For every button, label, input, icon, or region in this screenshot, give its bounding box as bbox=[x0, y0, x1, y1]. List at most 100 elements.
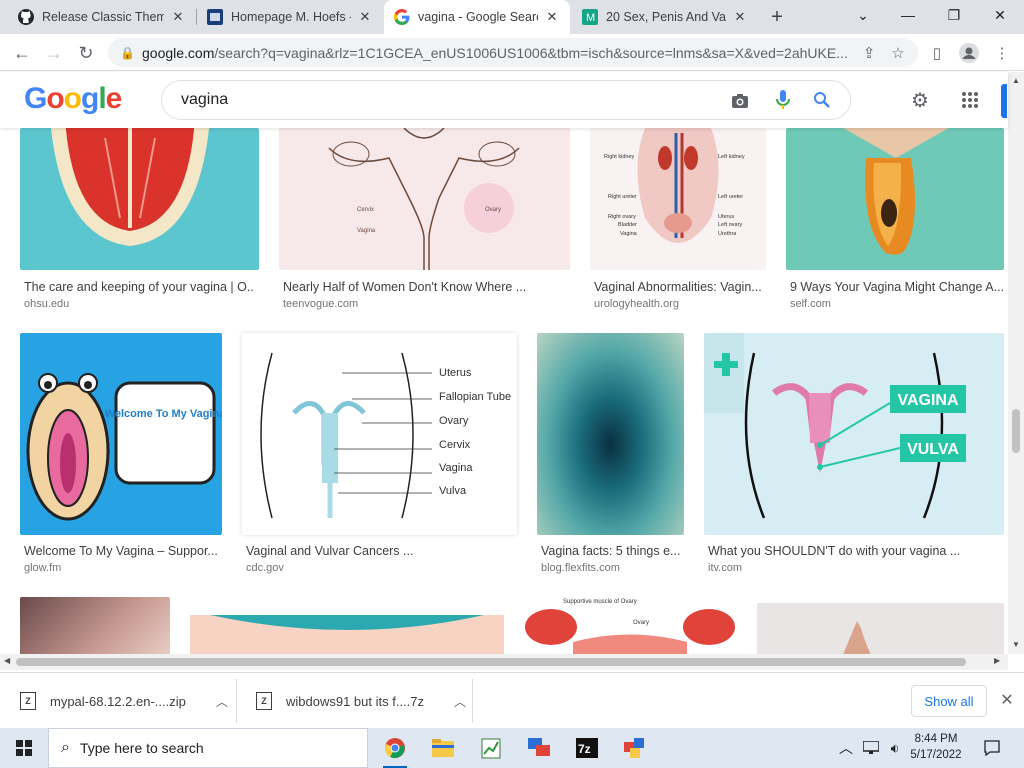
scroll-left-arrow-icon[interactable]: ◀ bbox=[4, 656, 10, 665]
result-image[interactable]: Supportive muscle of Ovary Ovary bbox=[523, 597, 737, 654]
tab-homepage-hoefs[interactable]: Homepage M. Hoefs - ✕ bbox=[197, 0, 383, 34]
result-image[interactable]: Uterus Fallopian Tube Ovary Cervix Vagin… bbox=[242, 333, 517, 535]
restore-icon[interactable]: ❐ bbox=[931, 0, 977, 30]
svg-text:M: M bbox=[586, 12, 595, 24]
tab-release-classic-theme[interactable]: Release Classic Theme ✕ bbox=[8, 0, 196, 34]
diagram-label: Ovary bbox=[439, 415, 469, 427]
remote-desktop-icon[interactable] bbox=[519, 732, 559, 764]
result-image[interactable] bbox=[20, 597, 170, 654]
result-source[interactable]: cdc.gov bbox=[246, 562, 284, 574]
show-all-button[interactable]: Show all bbox=[911, 685, 987, 717]
scroll-right-arrow-icon[interactable]: ▶ bbox=[994, 656, 1000, 665]
diagram-label: Ovary bbox=[485, 207, 501, 213]
network-icon[interactable] bbox=[860, 728, 882, 768]
windows-start-icon[interactable] bbox=[0, 728, 48, 768]
chevron-up-icon[interactable]: ︿ bbox=[836, 728, 856, 768]
apps-grid-icon[interactable] bbox=[958, 88, 982, 112]
result-source[interactable]: itv.com bbox=[708, 562, 742, 574]
result-image[interactable]: Cervix Vagina Ovary bbox=[279, 128, 570, 270]
result-caption[interactable]: 9 Ways Your Vagina Might Change A... bbox=[790, 280, 1004, 294]
result-image[interactable] bbox=[20, 128, 259, 270]
result-source[interactable]: ohsu.edu bbox=[24, 298, 69, 310]
scroll-down-arrow-icon[interactable]: ▼ bbox=[1012, 640, 1020, 649]
share-icon[interactable]: ⇪ bbox=[857, 41, 881, 65]
diagram-label: Vagina bbox=[357, 228, 376, 234]
result-image[interactable]: VAGINA VULVA bbox=[704, 333, 1004, 535]
close-icon[interactable]: ✕ bbox=[732, 9, 748, 25]
result-source[interactable]: urologyhealth.org bbox=[594, 298, 679, 310]
vertical-scrollbar[interactable]: ▲ ▼ bbox=[1008, 72, 1024, 654]
settings-gear-icon[interactable]: ⚙ bbox=[908, 88, 932, 112]
download-item[interactable]: Z wibdows91 but its f....7z ︿ bbox=[236, 673, 472, 729]
result-caption[interactable]: Vaginal Abnormalities: Vagin... bbox=[594, 280, 766, 294]
scrollbar-thumb[interactable] bbox=[1012, 409, 1020, 453]
result-source[interactable]: teenvogue.com bbox=[283, 298, 358, 310]
taskbar-search-input[interactable]: ⌕ Type here to search bbox=[48, 728, 368, 768]
result-image[interactable] bbox=[537, 333, 684, 535]
svg-text:7z: 7z bbox=[578, 742, 591, 756]
window-close-icon[interactable]: ✕ bbox=[977, 0, 1023, 30]
result-image[interactable] bbox=[190, 615, 504, 654]
7zip-icon[interactable]: 7z bbox=[567, 732, 607, 764]
forward-arrow-icon[interactable]: → bbox=[42, 41, 66, 65]
result-source[interactable]: self.com bbox=[790, 298, 831, 310]
tab-20-sex-penis[interactable]: M 20 Sex, Penis And Vagi ✕ bbox=[572, 0, 758, 34]
image-results: The care and keeping of your vagina | O.… bbox=[0, 128, 1008, 654]
side-panel-icon[interactable]: ▯ bbox=[925, 41, 949, 65]
result-image[interactable] bbox=[786, 128, 1004, 270]
diagram-label: VAGINA bbox=[897, 392, 958, 409]
download-item[interactable]: Z mypal-68.12.2.en-....zip ︿ bbox=[0, 673, 236, 729]
paint-icon[interactable] bbox=[615, 732, 655, 764]
url-host: google.com bbox=[142, 44, 215, 61]
result-caption[interactable]: Vaginal and Vulvar Cancers ... bbox=[246, 544, 516, 558]
site-icon bbox=[207, 9, 223, 25]
close-icon[interactable]: ✕ bbox=[544, 9, 560, 25]
search-icon[interactable] bbox=[811, 89, 833, 111]
result-caption[interactable]: The care and keeping of your vagina | O.… bbox=[24, 280, 254, 294]
zip-file-icon: Z bbox=[256, 692, 272, 710]
result-source[interactable]: glow.fm bbox=[24, 562, 61, 574]
scroll-up-arrow-icon[interactable]: ▲ bbox=[1012, 76, 1020, 85]
file-explorer-icon[interactable] bbox=[423, 732, 463, 764]
minimize-icon[interactable]: — bbox=[885, 0, 931, 30]
google-logo[interactable]: Google bbox=[24, 82, 122, 116]
result-caption[interactable]: Nearly Half of Women Don't Know Where ..… bbox=[283, 280, 568, 294]
back-arrow-icon[interactable]: ← bbox=[10, 41, 34, 65]
volume-icon[interactable]: 🔉︎ bbox=[884, 728, 906, 768]
camera-icon[interactable] bbox=[729, 90, 751, 112]
address-bar[interactable]: 🔒 google.com/search?q=vagina&rlz=1C1GCEA… bbox=[108, 38, 918, 67]
more-menu-icon[interactable]: ⋮ bbox=[990, 41, 1014, 65]
horizontal-scrollbar[interactable]: ◀ ▶ bbox=[0, 654, 1008, 670]
close-icon[interactable]: ✕ bbox=[170, 9, 186, 25]
result-image[interactable] bbox=[757, 603, 1004, 654]
diagram-label: Left ureter bbox=[718, 194, 743, 200]
tab-search-chevron-icon[interactable]: ⌄ bbox=[840, 0, 886, 30]
notification-icon[interactable] bbox=[980, 728, 1004, 768]
result-source[interactable]: blog.flexfits.com bbox=[541, 562, 620, 574]
result-image[interactable]: Welcome To My Vagina bbox=[20, 333, 222, 535]
close-icon[interactable]: ✕ bbox=[357, 9, 373, 25]
result-caption[interactable]: What you SHOULDN'T do with your vagina .… bbox=[708, 544, 1004, 558]
result-caption[interactable]: Welcome To My Vagina – Suppor... bbox=[24, 544, 220, 558]
reload-icon[interactable]: ↻ bbox=[74, 41, 98, 65]
clock[interactable]: 8:44 PM 5/17/2022 bbox=[906, 731, 966, 763]
chevron-up-icon[interactable]: ︿ bbox=[216, 693, 228, 710]
diagram-label: Left kidney bbox=[718, 154, 745, 160]
result-caption[interactable]: Vagina facts: 5 things e... bbox=[541, 544, 683, 558]
divider bbox=[472, 679, 473, 723]
microphone-icon[interactable] bbox=[772, 89, 794, 111]
diagram-label: Urethra bbox=[718, 231, 737, 237]
chrome-icon[interactable] bbox=[375, 732, 415, 768]
result-image[interactable]: Right kidney Left kidney Right ureter Le… bbox=[590, 128, 766, 270]
close-icon[interactable]: ✕ bbox=[996, 689, 1018, 711]
diagram-label: VULVA bbox=[907, 441, 959, 458]
tab-google-search[interactable]: vagina - Google Search ✕ bbox=[384, 0, 570, 34]
bookmark-star-icon[interactable]: ☆ bbox=[886, 41, 910, 65]
notepad-chart-icon[interactable] bbox=[471, 732, 511, 764]
zip-file-icon: Z bbox=[20, 692, 36, 710]
profile-avatar-icon[interactable] bbox=[957, 41, 981, 65]
new-tab-button[interactable]: + bbox=[766, 6, 788, 28]
chevron-up-icon[interactable]: ︿ bbox=[454, 693, 466, 710]
scrollbar-thumb[interactable] bbox=[16, 658, 966, 666]
diagram-label: Uterus bbox=[718, 214, 734, 220]
